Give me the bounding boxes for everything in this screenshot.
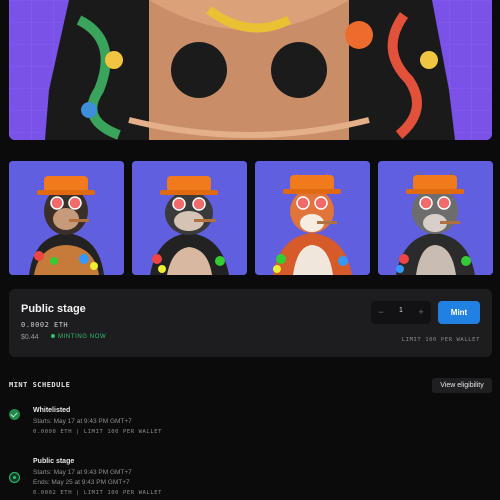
schedule-item-name: Public stage (33, 458, 75, 465)
check-circle-icon (9, 409, 20, 420)
price-usd: $0.44 (21, 334, 39, 341)
schedule-item-starts: Starts: May 17 at 9:43 PM GMT+7 (33, 418, 132, 425)
minting-status: MINTING NOW (51, 334, 106, 340)
mint-schedule-title: MINT SCHEDULE (9, 381, 71, 389)
schedule-item-details: 0.0002 ETH | LIMIT 100 PER WALLET (33, 490, 163, 496)
view-eligibility-button[interactable]: View eligibility (432, 378, 492, 393)
mint-panel: Public stage 0.0002 ETH $0.44 MINTING NO… (9, 289, 492, 357)
stage-title: Public stage (21, 303, 86, 315)
wallet-limit: LIMIT 100 PER WALLET (401, 337, 480, 343)
hero-image (9, 0, 492, 140)
gallery (9, 161, 493, 275)
live-dot-icon (9, 472, 20, 483)
plus-icon[interactable]: + (415, 304, 427, 321)
gallery-thumb-wolf[interactable] (378, 161, 493, 275)
quantity-stepper: − 1 + (371, 301, 431, 324)
schedule-item-starts: Starts: May 17 at 9:43 PM GMT+7 (33, 469, 132, 476)
schedule-item-name: Whitelisted (33, 407, 71, 414)
gallery-thumb-shiba[interactable] (255, 161, 370, 275)
schedule-item-details: 0.0000 ETH | LIMIT 100 PER WALLET (33, 429, 163, 435)
price-eth: 0.0002 ETH (21, 321, 69, 329)
gallery-thumb-monkey[interactable] (9, 161, 124, 275)
gallery-thumb-bulldog[interactable] (132, 161, 247, 275)
mint-button[interactable]: Mint (438, 301, 480, 324)
minting-status-label: MINTING NOW (58, 334, 107, 340)
live-dot-icon (51, 334, 55, 339)
schedule-item-ends: Ends: May 25 at 9:43 PM GMT+7 (33, 479, 130, 486)
